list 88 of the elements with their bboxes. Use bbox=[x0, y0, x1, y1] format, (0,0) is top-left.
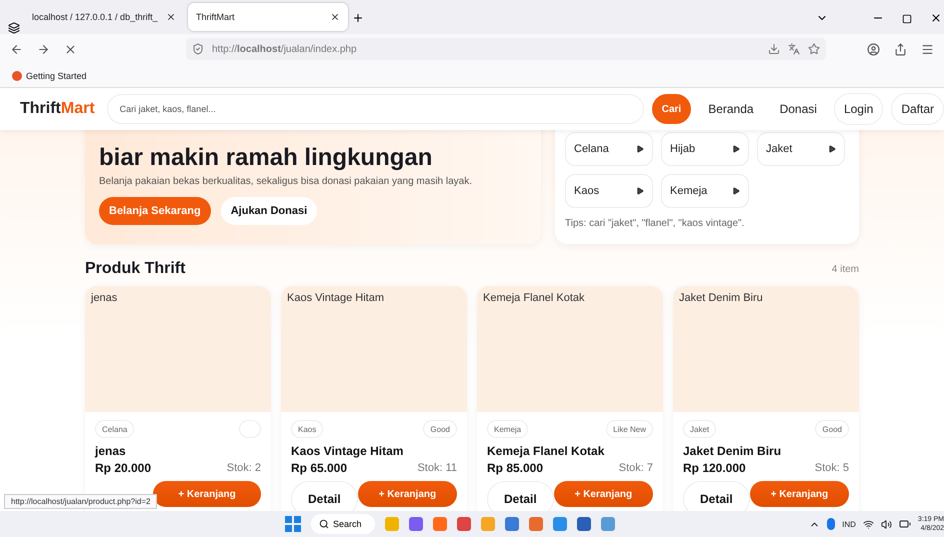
close-icon[interactable] bbox=[930, 12, 942, 24]
product-stock: Stok: 2 bbox=[226, 462, 261, 474]
menu-icon[interactable] bbox=[921, 42, 934, 56]
nav-link[interactable]: Daftar bbox=[891, 93, 944, 125]
product-price: Rp 85.000 bbox=[487, 461, 544, 475]
condition-badge: Good bbox=[423, 420, 457, 438]
brand-logo[interactable]: ThriftMart bbox=[20, 100, 95, 118]
new-tab-icon[interactable] bbox=[352, 12, 364, 24]
download-icon[interactable] bbox=[768, 43, 780, 55]
app-icon[interactable] bbox=[553, 517, 567, 531]
app-icon[interactable] bbox=[409, 517, 423, 531]
language-indicator[interactable]: IND bbox=[842, 520, 856, 528]
battery-icon[interactable] bbox=[898, 518, 911, 530]
product-price: Rp 65.000 bbox=[291, 461, 348, 475]
search-tip: Tips: cari "jaket", "flanel", "kaos vintage". bbox=[565, 218, 746, 229]
app-icon[interactable] bbox=[457, 517, 471, 531]
detail-button[interactable]: Detail bbox=[291, 481, 358, 511]
detail-button[interactable]: Detail bbox=[487, 481, 554, 511]
cart-button[interactable]: + Keranjang bbox=[750, 481, 849, 507]
category-chip[interactable]: Celana bbox=[565, 132, 653, 166]
taskbar-search[interactable]: Search bbox=[311, 514, 375, 534]
app-icon[interactable] bbox=[529, 517, 543, 531]
shield-icon bbox=[192, 43, 204, 55]
search-field[interactable]: Cari jaket, kaos, flanel... bbox=[106, 94, 644, 124]
app-icon[interactable] bbox=[577, 517, 591, 531]
address-bar[interactable]: http://localhost/jualan/index.php bbox=[186, 38, 826, 60]
category-badge: Jaket bbox=[683, 420, 716, 438]
windows-start-icon[interactable] bbox=[285, 516, 301, 532]
section-title: Produk Thrift bbox=[85, 260, 186, 278]
browser-tab[interactable]: localhost / 127.0.0.1 / db_thrift_ bbox=[24, 3, 184, 31]
browser-tab[interactable]: ThriftMart bbox=[188, 3, 348, 31]
category-chip[interactable]: Jaket bbox=[757, 132, 845, 166]
url-text: http://localhost/jualan/index.php bbox=[212, 44, 357, 54]
play-icon bbox=[636, 187, 644, 195]
category-chip[interactable]: Kaos bbox=[565, 174, 653, 208]
hero-subtitle: Belanja pakaian bekas berkualitas, sekaligus bisa donasi pakaian yang masih layak. bbox=[99, 176, 474, 187]
item-count: 4 item bbox=[832, 264, 859, 274]
bookmark-link[interactable]: Getting Started bbox=[26, 70, 87, 80]
forward-icon[interactable] bbox=[37, 42, 50, 56]
share-icon[interactable] bbox=[894, 42, 907, 56]
image-label: jenas bbox=[91, 292, 118, 304]
play-icon bbox=[732, 145, 740, 153]
maximize-icon[interactable] bbox=[902, 14, 912, 24]
category-badge: Kemeja bbox=[487, 420, 528, 438]
search-icon bbox=[319, 519, 329, 529]
cart-button[interactable]: + Keranjang bbox=[358, 481, 457, 507]
category-badge: Kaos bbox=[291, 420, 324, 438]
search-label: Search bbox=[333, 519, 362, 529]
cart-button[interactable]: + Keranjang bbox=[153, 481, 261, 507]
product-stock: Stok: 7 bbox=[618, 462, 653, 474]
hero-title: biar makin ramah lingkungan bbox=[99, 144, 434, 172]
image-label: Kemeja Flanel Kotak bbox=[483, 292, 584, 304]
back-icon[interactable] bbox=[10, 42, 23, 56]
tabs-icon[interactable] bbox=[8, 22, 20, 34]
app-icon[interactable] bbox=[433, 517, 447, 531]
app-icon[interactable] bbox=[505, 517, 519, 531]
bookmark-star-icon[interactable] bbox=[808, 43, 820, 55]
play-icon bbox=[636, 145, 644, 153]
image-label: Jaket Denim Biru bbox=[679, 292, 763, 304]
product-price: Rp 20.000 bbox=[95, 461, 152, 475]
product-name: Jaket Denim Biru bbox=[683, 444, 782, 458]
product-name: jenas bbox=[95, 444, 127, 458]
wifi-icon[interactable] bbox=[862, 518, 874, 530]
detail-button[interactable]: Detail bbox=[683, 481, 750, 511]
condition-badge: Good bbox=[815, 420, 849, 438]
status-url: http://localhost/jualan/product.php?id=2 bbox=[4, 494, 158, 509]
close-icon[interactable] bbox=[330, 12, 340, 22]
product-stock: Stok: 5 bbox=[814, 462, 849, 474]
nav-link[interactable]: Login bbox=[834, 93, 884, 125]
play-icon bbox=[732, 187, 740, 195]
category-chip[interactable]: Kemeja bbox=[661, 174, 749, 208]
category-chip[interactable]: Hijab bbox=[661, 132, 749, 166]
condition-badge: Like New bbox=[606, 420, 653, 438]
stop-icon[interactable] bbox=[64, 42, 77, 56]
product-name: Kemeja Flanel Kotak bbox=[487, 444, 606, 458]
cart-button[interactable]: + Keranjang bbox=[554, 481, 653, 507]
account-icon[interactable] bbox=[867, 42, 880, 56]
image-label: Kaos Vintage Hitam bbox=[287, 292, 384, 304]
product-price: Rp 120.000 bbox=[683, 461, 746, 475]
product-stock: Stok: 11 bbox=[417, 462, 457, 474]
donate-button[interactable]: Ajukan Donasi bbox=[220, 197, 318, 225]
product-name: Kaos Vintage Hitam bbox=[291, 444, 404, 458]
app-icon[interactable] bbox=[601, 517, 615, 531]
close-icon[interactable] bbox=[166, 12, 176, 22]
category-badge: Celana bbox=[95, 420, 134, 438]
volume-icon[interactable] bbox=[880, 518, 892, 530]
play-icon bbox=[828, 145, 836, 153]
translate-icon[interactable] bbox=[788, 43, 800, 55]
